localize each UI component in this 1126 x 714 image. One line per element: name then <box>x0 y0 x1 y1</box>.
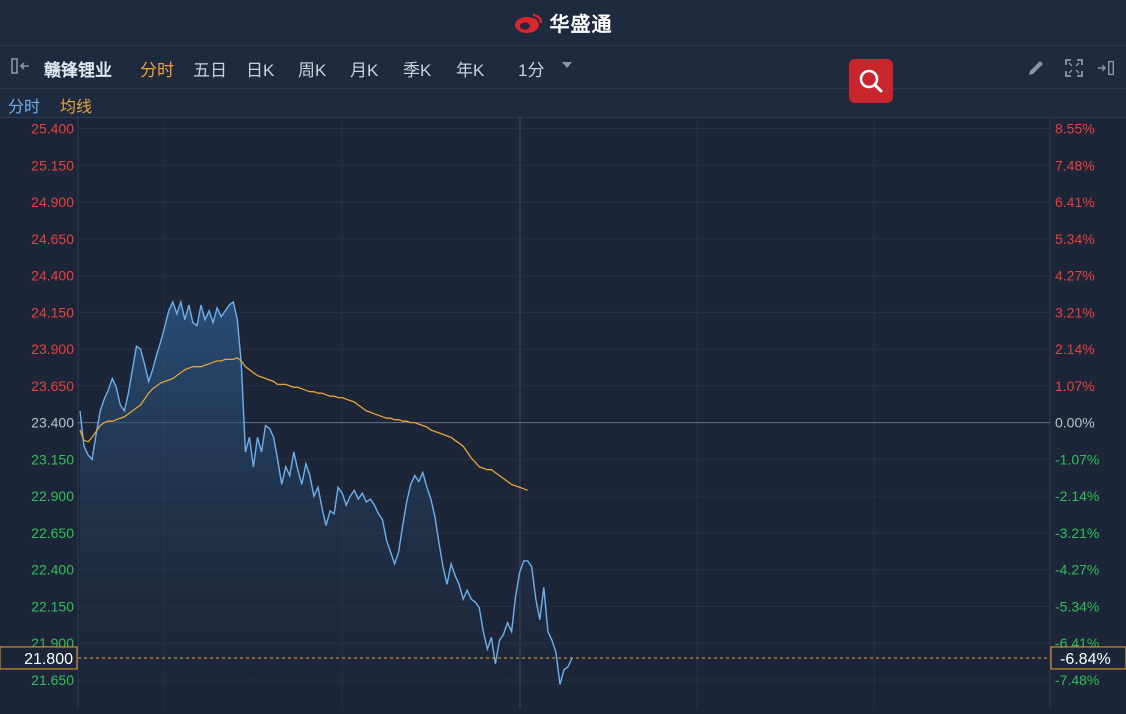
tab-quarter-k[interactable]: 季K <box>403 56 431 81</box>
y-right-tick-label: -7.48% <box>1055 672 1099 688</box>
fullscreen-icon[interactable] <box>1064 58 1084 78</box>
interval-select[interactable]: 1分 <box>518 56 544 81</box>
current-price-label: 21.800 <box>24 651 73 668</box>
y-left-tick-label: 23.650 <box>31 378 74 394</box>
title-bar: 华盛通 <box>0 0 1126 46</box>
collapse-panel-icon[interactable] <box>10 56 32 76</box>
y-left-tick-label: 23.900 <box>31 341 74 357</box>
y-left-tick-label: 23.150 <box>31 451 74 467</box>
tab-month-k[interactable]: 月K <box>350 56 378 81</box>
app-name: 华盛通 <box>549 14 613 36</box>
y-left-tick-label: 22.150 <box>31 598 74 614</box>
y-right-tick-label: 4.27% <box>1055 268 1095 284</box>
y-left-tick-label: 22.400 <box>31 562 74 578</box>
y-right-tick-label: 8.55% <box>1055 121 1095 137</box>
y-right-tick-label: 6.41% <box>1055 194 1095 210</box>
y-right-tick-label: 1.07% <box>1055 378 1095 394</box>
pencil-icon[interactable] <box>1026 58 1046 78</box>
y-left-tick-label: 24.400 <box>31 268 74 284</box>
legend-minute: 分时 <box>8 99 41 116</box>
y-right-tick-label: 3.21% <box>1055 304 1095 320</box>
brand-logo-icon <box>514 13 542 33</box>
chevron-down-icon[interactable] <box>562 62 572 68</box>
stock-name[interactable]: 赣锋锂业 <box>44 56 112 81</box>
y-right-tick-label: -2.14% <box>1055 488 1099 504</box>
y-right-tick-label: -3.21% <box>1055 525 1099 541</box>
y-left-tick-label: 25.150 <box>31 157 74 173</box>
y-left-tick-label: 24.150 <box>31 304 74 320</box>
y-left-tick-label: 22.650 <box>31 525 74 541</box>
chart-svg[interactable]: 25.400 8.55% 25.150 7.48% 24.900 6.41% 24.650 5… <box>0 118 1126 709</box>
tab-minute[interactable]: 分时 <box>140 56 174 81</box>
search-icon <box>859 69 883 93</box>
y-right-tick-label: -1.07% <box>1055 451 1099 467</box>
chart-toolbar: 赣锋锂业 分时 五日 日K 周K 月K 季K 年K 1分 <box>0 46 1126 89</box>
y-right-tick-label: 7.48% <box>1055 157 1095 173</box>
y-left-tick-label: 24.650 <box>31 231 74 247</box>
legend-average: 均线 <box>60 99 93 116</box>
chart-legend: 分时 均线 <box>0 89 1126 118</box>
y-right-tick-label: 0.00% <box>1055 415 1095 431</box>
y-left-tick-label: 25.400 <box>31 121 74 137</box>
y-left-tick-label: 22.900 <box>31 488 74 504</box>
y-left-tick-label: 21.650 <box>31 672 74 688</box>
tab-year-k[interactable]: 年K <box>456 56 484 81</box>
intraday-chart[interactable]: 25.400 8.55% 25.150 7.48% 24.900 6.41% 24.650 5… <box>0 118 1126 709</box>
y-right-tick-label: 5.34% <box>1055 231 1095 247</box>
tab-day-k[interactable]: 日K <box>246 56 274 81</box>
tab-week-k[interactable]: 周K <box>298 56 326 81</box>
search-button[interactable] <box>849 59 893 103</box>
tab-five-day[interactable]: 五日 <box>193 56 227 81</box>
current-change-label: -6.84% <box>1060 651 1111 668</box>
y-right-tick-label: -5.34% <box>1055 598 1099 614</box>
y-left-tick-label: 23.400 <box>31 415 74 431</box>
y-right-tick-label: 2.14% <box>1055 341 1095 357</box>
expand-panel-icon[interactable] <box>1096 58 1116 78</box>
brand: 华盛通 <box>514 8 613 37</box>
y-right-tick-label: -4.27% <box>1055 562 1099 578</box>
y-left-tick-label: 24.900 <box>31 194 74 210</box>
